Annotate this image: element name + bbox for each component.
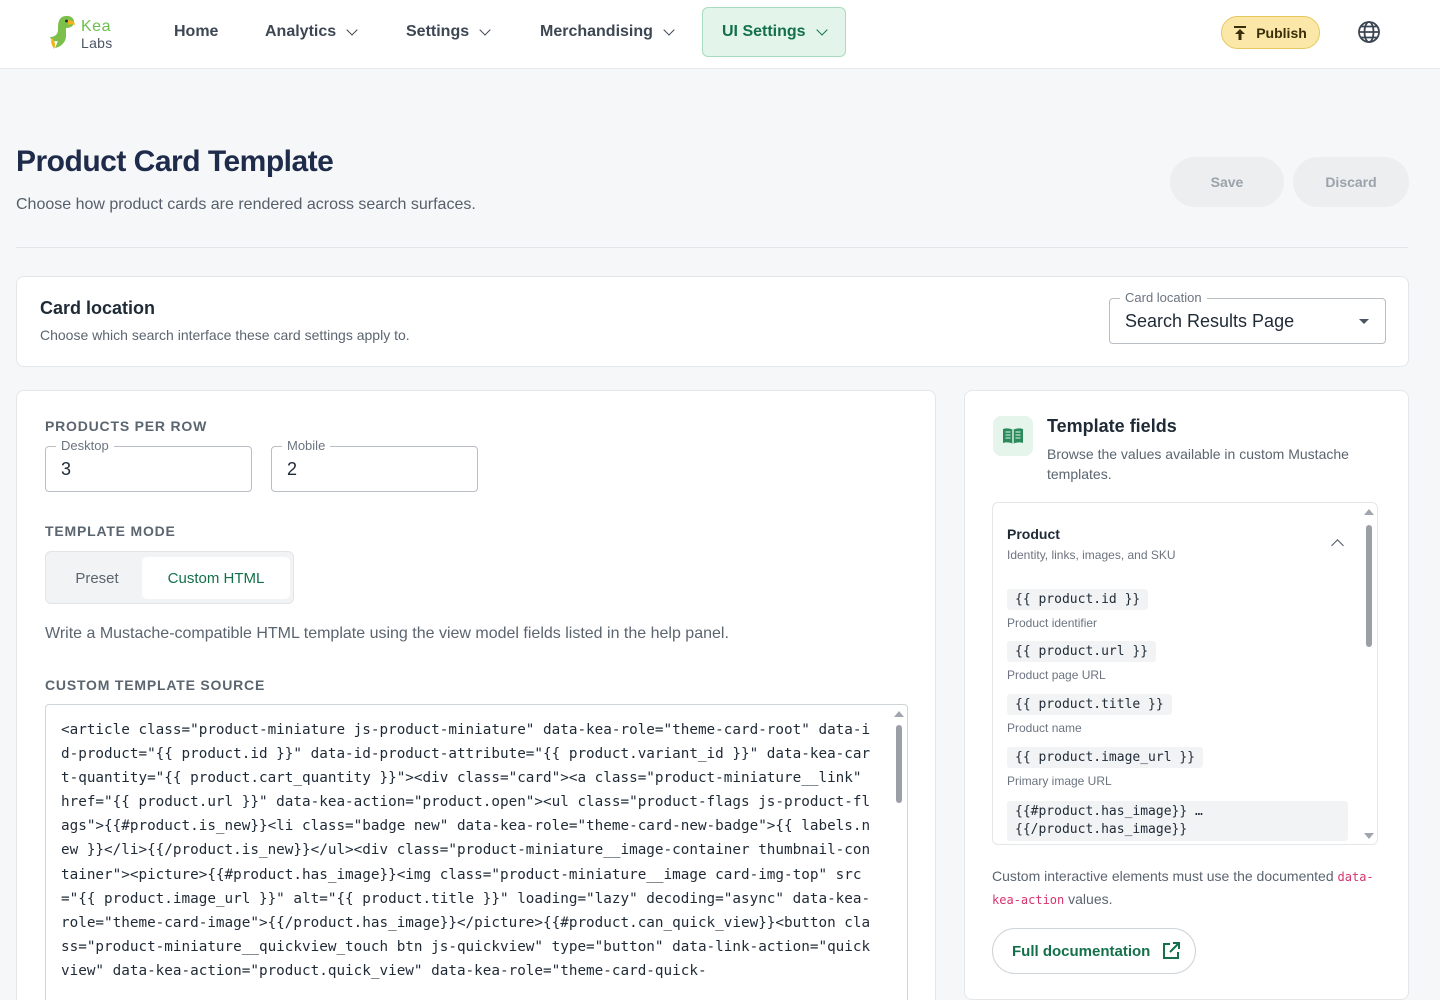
full-documentation-button[interactable]: Full documentation (992, 928, 1196, 974)
field-token-block[interactable]: {{#product.has_image}} … {{/product.has_… (1007, 801, 1348, 841)
upload-icon (1234, 25, 1247, 40)
nav-ui-settings[interactable]: UI Settings (722, 0, 828, 64)
template-fields-title: Template fields (1047, 416, 1177, 436)
template-mode-label: TEMPLATE MODE (45, 523, 176, 539)
nav-home-label: Home (174, 23, 219, 40)
field-token-description: Product identifier (1007, 616, 1098, 630)
globe-icon[interactable] (1357, 20, 1381, 44)
chevron-down-icon (479, 24, 491, 36)
chevron-down-icon (346, 24, 358, 36)
field-token-block-open: {{#product.has_image}} … (1015, 804, 1203, 819)
card-location-description: Choose which search interface these card… (40, 327, 410, 343)
book-icon (1003, 428, 1023, 444)
card-location-panel: Card location Choose which search interf… (16, 276, 1409, 367)
product-group-title: Product (1007, 526, 1060, 542)
mode-preset-button[interactable]: Preset (50, 557, 144, 599)
mode-custom-html-button[interactable]: Custom HTML (142, 557, 290, 599)
kea-bird-icon (50, 15, 75, 49)
header-divider (16, 247, 1408, 248)
custom-template-source-label: CUSTOM TEMPLATE SOURCE (45, 677, 266, 693)
note-text-before: Custom interactive elements must use the… (992, 868, 1338, 884)
custom-template-code: <article class="product-miniature js-pro… (61, 722, 871, 979)
nav-merchandising[interactable]: Merchandising (540, 0, 675, 64)
nav-settings[interactable]: Settings (406, 0, 491, 64)
external-link-icon (1163, 942, 1181, 959)
full-documentation-label: Full documentation (1012, 942, 1151, 960)
field-token[interactable]: {{ product.title }} (1007, 694, 1172, 715)
nav-ui-settings-label: UI Settings (722, 23, 806, 40)
nav-analytics[interactable]: Analytics (265, 0, 358, 64)
publish-label: Publish (1256, 24, 1307, 41)
chevron-down-icon (663, 24, 675, 36)
field-token-description: Product page URL (1007, 668, 1106, 682)
scroll-up-icon[interactable] (1364, 509, 1374, 515)
template-mode-help: Write a Mustache-compatible HTML templat… (45, 625, 729, 642)
scroll-down-icon[interactable] (1364, 833, 1374, 839)
scroll-thumb[interactable] (896, 725, 902, 803)
card-location-select-value: Search Results Page (1125, 311, 1295, 331)
scroll-up-icon[interactable] (894, 711, 904, 717)
desktop-products-field[interactable]: Desktop 3 (45, 438, 252, 492)
card-location-select-label: Card location (1120, 290, 1207, 305)
nav-merchandising-label: Merchandising (540, 23, 653, 40)
scroll-thumb[interactable] (1366, 525, 1372, 647)
page-title: Product Card Template (16, 145, 334, 178)
publish-button[interactable]: Publish (1221, 16, 1320, 49)
mobile-field-value: 2 (287, 459, 298, 479)
logo-text-kea: Kea (81, 18, 111, 35)
field-token[interactable]: {{ product.url }} (1007, 641, 1157, 662)
template-fields-list: Product Identity, links, images, and SKU… (992, 502, 1378, 845)
nav-home[interactable]: Home (174, 0, 218, 64)
field-token-block-close: {{/product.has_image}} (1015, 822, 1188, 837)
fields-scrollbar[interactable] (1363, 509, 1375, 839)
interactive-elements-note: Custom interactive elements must use the… (992, 865, 1382, 911)
card-location-title: Card location (40, 298, 156, 318)
editor-scrollbar[interactable] (894, 711, 904, 1000)
logo-text-labs: Labs (81, 35, 113, 51)
chevron-up-icon[interactable] (1331, 539, 1344, 552)
field-token-description: Product name (1007, 721, 1082, 735)
caret-down-icon (1359, 319, 1369, 324)
nav-analytics-label: Analytics (265, 23, 337, 40)
template-settings-panel: PRODUCTS PER ROW Desktop 3 Mobile 2 TEMP… (16, 390, 936, 1000)
products-per-row-label: PRODUCTS PER ROW (45, 418, 208, 434)
page-subtitle: Choose how product cards are rendered ac… (16, 196, 476, 213)
card-location-select[interactable]: Card location Search Results Page (1109, 290, 1386, 344)
top-navigation: Kea Labs Home Analytics Settings Merchan… (0, 0, 1440, 69)
save-button[interactable]: Save (1170, 157, 1284, 207)
nav-settings-label: Settings (406, 23, 470, 40)
custom-template-editor[interactable]: <article class="product-miniature js-pro… (45, 704, 908, 1000)
note-text-after: values. (1064, 891, 1113, 907)
mobile-field-label: Mobile (282, 438, 331, 453)
discard-button[interactable]: Discard (1293, 157, 1409, 207)
kea-labs-logo[interactable]: Kea Labs (48, 14, 118, 54)
mobile-products-field[interactable]: Mobile 2 (271, 438, 478, 492)
desktop-field-value: 3 (61, 459, 72, 479)
product-group-description: Identity, links, images, and SKU (1007, 548, 1176, 562)
field-token-description: Primary image URL (1007, 774, 1112, 788)
template-fields-description: Browse the values available in custom Mu… (1047, 446, 1349, 482)
template-mode-toggle: Preset Custom HTML (45, 551, 294, 604)
template-fields-icon-wrap (993, 416, 1033, 456)
field-token[interactable]: {{ product.image_url }} (1007, 747, 1204, 768)
template-fields-panel: Template fields Browse the values availa… (964, 390, 1409, 1000)
chevron-down-icon (815, 24, 828, 36)
desktop-field-label: Desktop (56, 438, 114, 453)
field-token[interactable]: {{ product.id }} (1007, 589, 1149, 610)
